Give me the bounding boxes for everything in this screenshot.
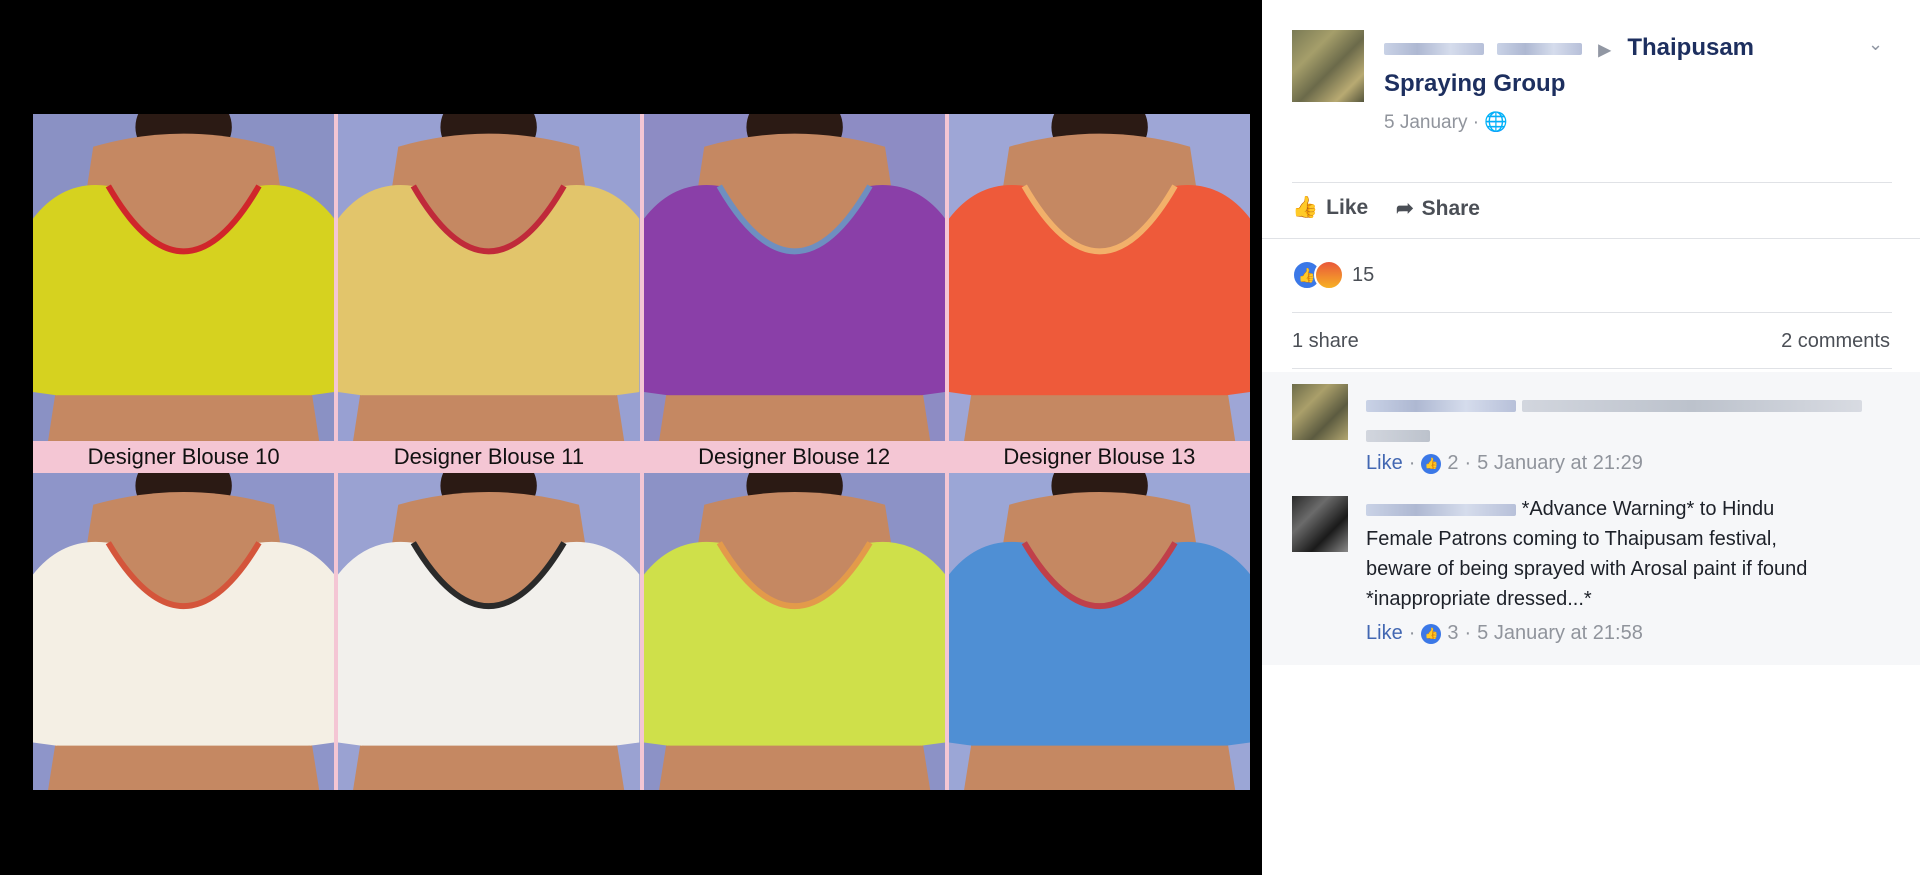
blouse-illustration [33, 114, 335, 441]
waist-shape [667, 395, 921, 441]
blouse-illustration [33, 473, 335, 790]
commenter-avatar[interactable] [1292, 384, 1348, 440]
waist-shape [667, 745, 921, 790]
poster-name-blurred[interactable] [1384, 42, 1484, 55]
post-photo-viewer[interactable]: Designer Blouse 10 Designer Blouse 11 Desi… [0, 0, 1262, 875]
comment-like-button[interactable]: Like [1366, 452, 1403, 475]
comment-like-count: 2 [1447, 452, 1459, 474]
comment-count[interactable]: 2 comments [1781, 330, 1890, 353]
blouse-photo-tile [948, 114, 1250, 441]
post-date: 5 January · 🌐 [1384, 110, 1508, 134]
comment-time[interactable]: 5 January at 21:58 [1477, 622, 1643, 645]
comment-meta: Like · 👍 3 · 5 January at 21:58 [1366, 622, 1643, 645]
commenter-name-blurred[interactable] [1366, 503, 1516, 516]
like-count-icon: 👍 [1421, 623, 1442, 644]
reaction-summary[interactable]: 👍 15 [1292, 260, 1374, 290]
post-date-text[interactable]: 5 January [1384, 112, 1467, 133]
share-label: Share [1421, 196, 1480, 220]
comment-text-blurred [1366, 390, 1886, 450]
blouse-caption: Designer Blouse 10 [87, 444, 280, 469]
waist-shape [57, 745, 311, 790]
post-card: ▶ Thaipusam Spraying Group ⌄ 5 January ·… [1262, 0, 1920, 665]
blouse-illustration [338, 114, 640, 441]
comment-time[interactable]: 5 January at 21:29 [1477, 452, 1643, 475]
date-separator: · [1472, 112, 1480, 133]
blouse-photo-tile [643, 473, 945, 790]
comments-list: Like · 👍 2 · 5 January at 21:29 *Advance… [1262, 372, 1920, 665]
thumbs-up-icon: 👍 [1292, 196, 1319, 219]
comment-text-blur [1366, 429, 1430, 442]
group-name-line1[interactable]: Thaipusam [1627, 34, 1754, 61]
comment-text-line: *inappropriate dressed...* [1366, 588, 1592, 610]
divider [1292, 312, 1892, 313]
waist-shape [972, 395, 1226, 441]
share-arrow-icon: ➦ [1396, 197, 1414, 220]
waist-shape [57, 395, 311, 441]
blouse-photo-tile [338, 473, 640, 790]
like-count-icon: 👍 [1421, 453, 1442, 474]
like-label: Like [1326, 196, 1369, 219]
reaction-count: 15 [1352, 263, 1375, 286]
comment-text-line: beware of being sprayed with Arosal pain… [1366, 558, 1808, 580]
chevron-down-icon[interactable]: ⌄ [1868, 34, 1883, 55]
blouse-illustration [948, 114, 1250, 441]
blouse-photo-tile [948, 473, 1250, 790]
share-button[interactable]: ➦ Share [1396, 196, 1480, 221]
blouse-collage-image: Designer Blouse 10 Designer Blouse 11 Desi… [33, 114, 1250, 790]
waist-shape [362, 745, 616, 790]
like-button[interactable]: 👍 Like [1292, 196, 1368, 220]
angry-reaction-icon [1314, 260, 1344, 290]
comment-text-line: Female Patrons coming to Thaipusam festi… [1366, 528, 1777, 550]
comment-text-blur [1521, 399, 1862, 412]
comment-text-line: *Advance Warning* to Hindu [1521, 498, 1775, 520]
globe-icon: 🌐 [1484, 112, 1509, 133]
blouse-illustration [338, 473, 640, 790]
waist-shape [972, 745, 1226, 790]
group-name-line2[interactable]: Spraying Group [1384, 70, 1565, 98]
commenter-avatar[interactable] [1292, 496, 1348, 552]
blouse-caption: Designer Blouse 11 [393, 444, 585, 469]
blouse-photo-tile [33, 114, 335, 441]
blouse-caption: Designer Blouse 12 [698, 444, 891, 469]
waist-shape [362, 395, 616, 441]
blouse-illustration [948, 473, 1250, 790]
poster-name-blurred-2[interactable] [1496, 42, 1582, 55]
divider [1292, 182, 1892, 183]
comment-like-count: 3 [1447, 622, 1459, 644]
blouse-illustration [643, 114, 945, 441]
commenter-name-blurred[interactable] [1366, 399, 1516, 412]
comment-text: *Advance Warning* to Hindu Female Patron… [1366, 494, 1886, 614]
post-header: ▶ Thaipusam [1384, 34, 1754, 62]
blouse-photo-tile [338, 114, 640, 441]
poster-avatar[interactable] [1292, 30, 1364, 102]
blouse-photo-tile [33, 473, 335, 790]
post-sidebar: ▶ Thaipusam Spraying Group ⌄ 5 January ·… [1262, 0, 1920, 875]
comment-meta: Like · 👍 2 · 5 January at 21:29 [1366, 452, 1643, 475]
blouse-illustration [643, 473, 945, 790]
arrow-right-icon: ▶ [1598, 42, 1611, 59]
comment-like-button[interactable]: Like [1366, 622, 1403, 645]
divider [1292, 368, 1892, 369]
share-count[interactable]: 1 share [1292, 330, 1359, 353]
blouse-caption: Designer Blouse 13 [1003, 444, 1196, 469]
blouse-photo-tile [643, 114, 945, 441]
divider [1262, 238, 1920, 239]
